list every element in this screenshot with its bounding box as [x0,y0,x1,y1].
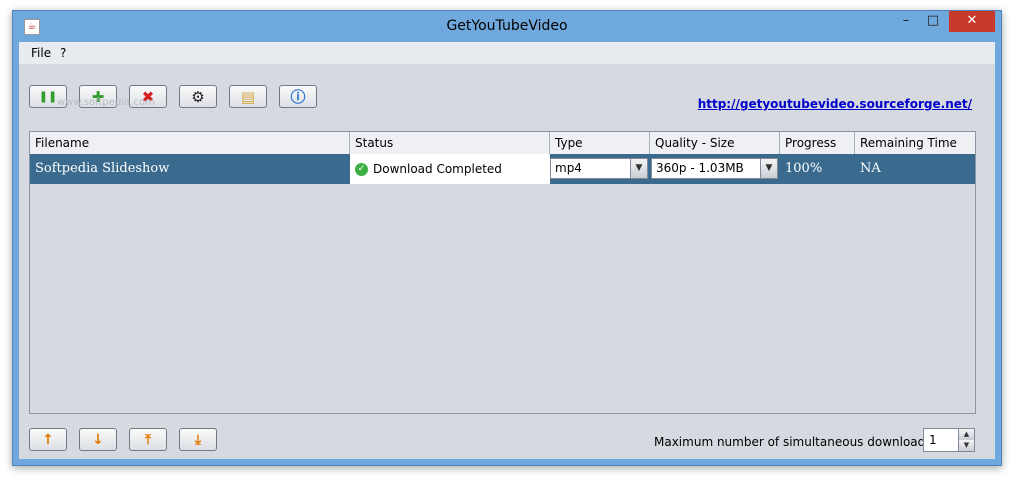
folder-icon: ▤ [240,87,256,106]
quality-size-select[interactable]: 360p - 1.03MB ▼ [651,158,778,179]
downloads-table: Filename Status Type Quality - Size Prog… [29,131,976,414]
pause-icon: ❚❚ [38,90,58,103]
watermark-text: www.softpedia.com [57,97,155,108]
gear-icon: ⚙ [191,87,205,106]
col-header-progress[interactable]: Progress [780,132,855,154]
table-row[interactable]: Softpedia Slideshow ✓ Download Completed … [30,154,975,184]
info-icon: ⓘ [290,88,306,106]
max-downloads-value[interactable]: 1 [929,433,937,447]
max-downloads-spinner[interactable]: 1 ▲ ▼ [923,428,975,452]
app-window: ☕ GetYouTubeVideo – □ ✕ File ? ❚❚ ✚ ✖ ⚙ … [12,10,1002,466]
cell-filename: Softpedia Slideshow [35,161,170,176]
minimize-button[interactable]: – [893,11,919,32]
maximize-button[interactable]: □ [920,11,946,32]
col-header-status[interactable]: Status [350,132,550,154]
spinner-down-icon[interactable]: ▼ [958,440,974,451]
cell-progress: 100% [785,161,823,176]
title-bar[interactable]: ☕ GetYouTubeVideo – □ ✕ [13,11,1001,42]
cell-remaining-time: NA [860,161,881,176]
type-select[interactable]: mp4 ▼ [550,158,648,179]
arrow-bottom-icon: ⤓ [194,431,202,448]
move-down-button[interactable]: ↓ [79,428,117,451]
move-up-button[interactable]: ↑ [29,428,67,451]
max-downloads-label: Maximum number of simultaneous downloads… [654,435,940,449]
col-header-quality-size[interactable]: Quality - Size [650,132,780,154]
arrow-up-icon: ↑ [42,431,54,448]
close-button[interactable]: ✕ [949,11,995,32]
arrow-down-icon: ↓ [92,431,104,448]
chevron-down-icon[interactable]: ▼ [760,159,777,178]
move-top-button[interactable]: ⤒ [129,428,167,451]
move-bottom-button[interactable]: ⤓ [179,428,217,451]
about-button[interactable]: ⓘ [279,85,317,108]
project-website-link[interactable]: http://getyoutubevideo.sourceforge.net/ [698,97,972,111]
arrow-top-icon: ⤒ [144,431,152,448]
settings-button[interactable]: ⚙ [179,85,217,108]
type-value: mp4 [555,161,582,175]
table-header: Filename Status Type Quality - Size Prog… [30,132,975,155]
menu-file[interactable]: File [31,46,51,60]
chevron-down-icon[interactable]: ▼ [630,159,647,178]
client-area: File ? ❚❚ ✚ ✖ ⚙ ▤ ⓘ www.softpedia.com ht… [19,42,995,459]
status-text: Download Completed [373,162,502,176]
check-icon: ✓ [355,163,368,176]
window-title: GetYouTubeVideo [446,18,568,34]
col-header-filename[interactable]: Filename [30,132,350,154]
quality-size-value: 360p - 1.03MB [656,161,744,175]
menu-bar: File ? [19,42,995,64]
menu-help[interactable]: ? [60,46,66,60]
col-header-remaining-time[interactable]: Remaining Time [855,132,975,154]
cell-status: ✓ Download Completed [350,154,550,184]
col-header-type[interactable]: Type [550,132,650,154]
open-folder-button[interactable]: ▤ [229,85,267,108]
